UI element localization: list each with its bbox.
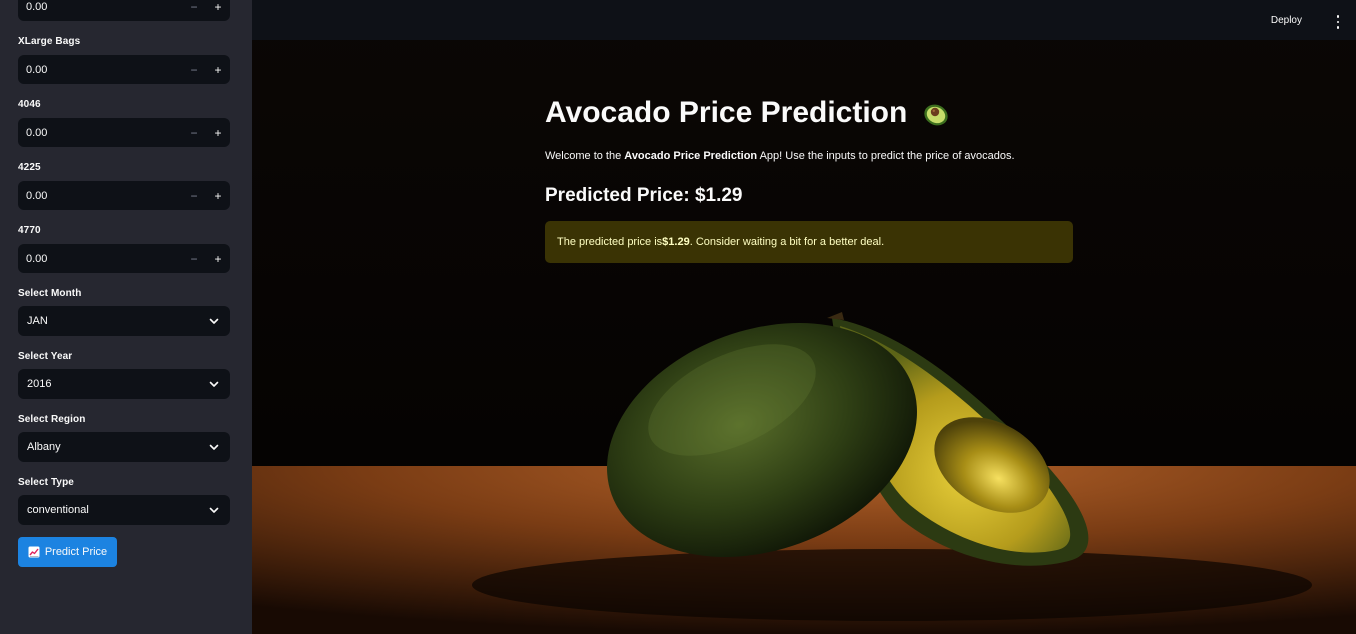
month-select[interactable]: JAN <box>18 306 230 336</box>
predict-price-button[interactable]: Predict Price <box>18 537 117 567</box>
plu-4770-value[interactable]: 0.00 <box>18 253 182 265</box>
chevron-down-icon <box>208 441 220 453</box>
plu-4046-input[interactable]: 0.00 − + <box>18 118 230 147</box>
decrement-button[interactable]: − <box>182 244 206 273</box>
page-title-text: Avocado Price Prediction <box>545 96 908 129</box>
decrement-button[interactable]: − <box>182 0 206 21</box>
decrement-button[interactable]: − <box>182 118 206 147</box>
region-value: Albany <box>27 441 61 453</box>
plu-4225-value[interactable]: 0.00 <box>18 190 182 202</box>
top-number-input[interactable]: 0.00 − + <box>18 0 230 21</box>
top-toolbar: Deploy <box>252 0 1356 40</box>
chevron-down-icon <box>208 315 220 327</box>
type-label: Select Type <box>18 477 74 488</box>
plu-4046-label: 4046 <box>18 99 41 110</box>
welcome-app-name: Avocado Price Prediction <box>624 150 758 162</box>
plu-4770-input[interactable]: 0.00 − + <box>18 244 230 273</box>
warning-alert: The predicted price is $1.29. Consider w… <box>545 221 1073 263</box>
welcome-text: Welcome to the Avocado Price Prediction … <box>545 150 1015 162</box>
region-select[interactable]: Albany <box>18 432 230 462</box>
month-value: JAN <box>27 315 48 327</box>
increment-button[interactable]: + <box>206 55 230 84</box>
year-value: 2016 <box>27 378 52 390</box>
predict-price-label: Predict Price <box>44 546 108 558</box>
more-options-icon[interactable] <box>1334 15 1342 29</box>
main-area: Deploy Avocado Price Prediction Welcome … <box>252 0 1356 634</box>
chevron-down-icon <box>208 504 220 516</box>
plu-4770-label: 4770 <box>18 225 41 236</box>
decrement-button[interactable]: − <box>182 55 206 84</box>
plu-4046-value[interactable]: 0.00 <box>18 127 182 139</box>
month-label: Select Month <box>18 288 82 299</box>
top-number-value[interactable]: 0.00 <box>18 1 182 13</box>
alert-prefix: The predicted price is <box>557 236 663 248</box>
alert-price: $1.29 <box>662 236 690 248</box>
type-value: conventional <box>27 504 89 516</box>
predicted-price-heading: Predicted Price: $1.29 <box>545 185 743 206</box>
welcome-suffix: App! Use the inputs to predict the price… <box>757 150 1015 162</box>
xlarge-bags-label: XLarge Bags <box>18 36 81 47</box>
sidebar: 0.00 − + XLarge Bags 0.00 − + 4046 0.00 … <box>0 0 252 634</box>
region-label: Select Region <box>18 414 86 425</box>
deploy-button[interactable]: Deploy <box>1271 15 1302 26</box>
chevron-down-icon <box>208 378 220 390</box>
plu-4225-label: 4225 <box>18 162 41 173</box>
xlarge-bags-input[interactable]: 0.00 − + <box>18 55 230 84</box>
plu-4225-input[interactable]: 0.00 − + <box>18 181 230 210</box>
type-select[interactable]: conventional <box>18 495 230 525</box>
increment-button[interactable]: + <box>206 118 230 147</box>
avocado-icon <box>919 96 953 130</box>
alert-suffix: . Consider waiting a bit for a better de… <box>689 236 885 248</box>
page-title: Avocado Price Prediction <box>545 96 953 130</box>
app-root: 0.00 − + XLarge Bags 0.00 − + 4046 0.00 … <box>0 0 1356 634</box>
increment-button[interactable]: + <box>206 244 230 273</box>
year-label: Select Year <box>18 351 73 362</box>
increment-button[interactable]: + <box>206 0 230 21</box>
chart-increasing-icon <box>28 546 40 558</box>
decrement-button[interactable]: − <box>182 181 206 210</box>
year-select[interactable]: 2016 <box>18 369 230 399</box>
welcome-prefix: Welcome to the <box>545 150 625 162</box>
increment-button[interactable]: + <box>206 181 230 210</box>
xlarge-bags-value[interactable]: 0.00 <box>18 64 182 76</box>
